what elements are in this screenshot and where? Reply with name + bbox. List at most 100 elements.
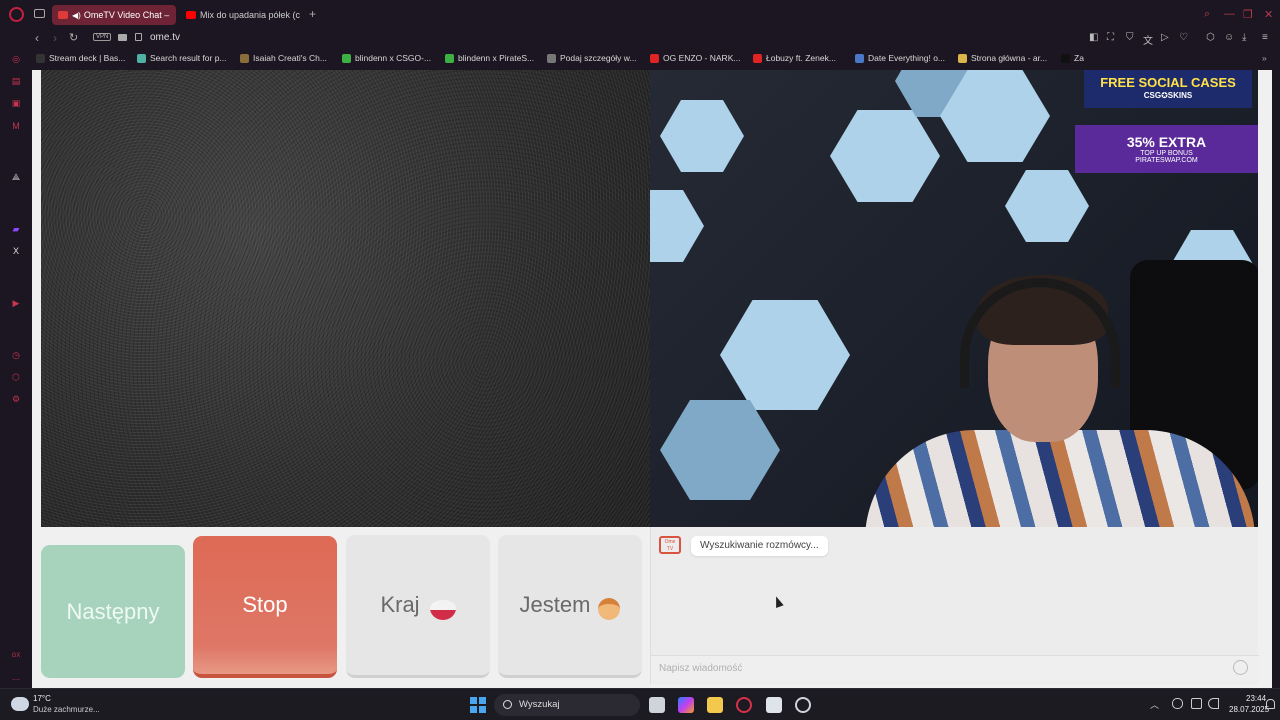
volume-icon[interactable] — [1208, 698, 1219, 709]
file-explorer-icon[interactable] — [707, 697, 723, 713]
new-tab-button[interactable]: + — [309, 7, 316, 21]
gx-icon[interactable]: GX — [11, 651, 21, 661]
vpn-badge[interactable]: VPN — [93, 33, 112, 41]
tab-label: OmeTV Video Chat – — [83, 10, 170, 20]
menu-icon[interactable]: ≡ — [1262, 32, 1268, 43]
weather-temperature[interactable]: 17°C — [33, 694, 51, 703]
lock-icon[interactable] — [135, 33, 142, 41]
player-icon[interactable]: ▶ — [11, 298, 21, 308]
bookmark-item[interactable]: blindenn x CSGO-... — [342, 53, 431, 63]
download-icon[interactable]: ⤓ — [1242, 32, 1246, 43]
bookmark-item[interactable]: blindenn x PirateS... — [445, 53, 534, 63]
settings-taskbar-icon[interactable] — [795, 697, 811, 713]
chat-panel: Ome TV Wyszukiwanie rozmówcy... — [650, 527, 1259, 684]
close-icon[interactable]: ✕ — [1264, 8, 1273, 21]
maximize-icon[interactable]: ❐ — [1243, 8, 1253, 21]
gender-button[interactable]: Jestem — [498, 535, 642, 678]
back-icon[interactable]: ‹ — [35, 31, 39, 45]
next-label: Następny — [66, 598, 160, 624]
play-icon[interactable]: ▷ — [1161, 32, 1169, 43]
chat-status-message: Wyszukiwanie rozmówcy... — [691, 536, 828, 556]
notification-bell-icon[interactable] — [1266, 699, 1275, 709]
ad-title: FREE SOCIAL CASES — [1100, 75, 1236, 90]
browser-tab-bar: ◀) OmeTV Video Chat – Mix do upadania pó… — [0, 0, 1280, 30]
weather-description[interactable]: Duże zachmurze... — [33, 705, 100, 714]
profile-icon[interactable]: ☺ — [1224, 32, 1234, 43]
opera-gx-taskbar-icon[interactable] — [736, 697, 752, 713]
screen: ◀) OmeTV Video Chat – Mix do upadania pó… — [0, 0, 1280, 720]
reload-icon[interactable]: ↻ — [69, 31, 78, 44]
person-shirt — [865, 430, 1255, 527]
more-icon[interactable]: … — [11, 672, 21, 682]
settings-icon[interactable]: ⚙ — [11, 394, 21, 404]
emoji-icon[interactable] — [1233, 660, 1248, 675]
bookmark-item[interactable]: OG ENZO - NARK... — [650, 53, 740, 63]
twitch-icon[interactable]: ▣ — [11, 98, 21, 108]
messenger-icon[interactable]: M — [11, 121, 21, 131]
copilot-icon[interactable] — [678, 697, 694, 713]
forward-icon[interactable]: › — [53, 31, 57, 45]
gx-corner-icon[interactable]: ▤ — [11, 76, 21, 86]
minimize-icon[interactable]: — — [1224, 8, 1235, 20]
adblock-icon[interactable]: ⛉ — [1126, 32, 1134, 43]
camera-icon[interactable] — [118, 34, 127, 41]
bookmark-item[interactable]: Search result for p... — [137, 53, 227, 63]
extensions-sidebar-icon[interactable]: ⬡ — [11, 372, 21, 382]
extensions-icon[interactable]: ⬡ — [1206, 32, 1215, 43]
opera-logo-icon[interactable] — [9, 7, 24, 22]
pirateswap-ad[interactable]: 35% EXTRA TOP UP BONUS PIRATESWAP.COM — [1075, 125, 1258, 173]
ometv-page: FREE SOCIAL CASES CSG✪SKINS 35% EXTRA TO… — [32, 70, 1272, 688]
tab-ometv[interactable]: ◀) OmeTV Video Chat – — [52, 5, 176, 25]
next-button[interactable]: Następny — [41, 545, 185, 678]
bookmark-item[interactable]: Podaj szczegóły w... — [547, 53, 637, 63]
cloud-icon[interactable] — [11, 697, 29, 711]
bookmark-item[interactable]: Strona główna - ar... — [958, 53, 1047, 63]
microphone-icon[interactable] — [1172, 698, 1183, 709]
search-tabs-icon[interactable]: ⌕ — [1204, 8, 1210, 21]
task-view-icon[interactable] — [649, 697, 665, 713]
speaker-icon[interactable]: ◀) — [72, 11, 81, 20]
browser-sidebar: ◎ ▤ ▣ M ⟁ ▰ X ▶ ◷ ⬡ ⚙ GX … — [0, 48, 32, 688]
heart-icon[interactable]: ♡ — [1179, 32, 1188, 43]
bookmark-item[interactable]: Date Everything! o... — [855, 53, 945, 63]
clock-date[interactable]: 28.07.2025 — [1229, 705, 1269, 714]
ometv-logo-icon: Ome TV — [659, 536, 681, 554]
twitch-app-icon[interactable]: ▰ — [11, 224, 21, 234]
boy-emoji-icon — [598, 598, 621, 620]
x-icon[interactable]: X — [11, 246, 21, 256]
bookmark-item[interactable]: Isaiah Creati's Ch... — [240, 53, 327, 63]
message-input[interactable] — [651, 655, 1259, 681]
display-icon[interactable] — [1191, 698, 1202, 709]
channel-icon — [240, 53, 249, 63]
snapshot-icon[interactable]: ⛶ — [1107, 32, 1114, 43]
bookmarks-more-icon[interactable]: » — [1262, 53, 1267, 63]
bookmark-item[interactable]: Za — [1061, 53, 1084, 63]
bookmark-item[interactable]: Stream deck | Bas... — [36, 53, 125, 63]
url-field[interactable]: ome.tv — [150, 32, 180, 43]
ad-subtitle: TOP UP BONUS — [1140, 150, 1193, 157]
address-bar: ‹ › ↻ VPN ome.tv ◧ ⛶ ⛉ 文 ▷ ♡ ⬡ ☺ ⤓ ≡ — [0, 30, 1280, 48]
start-button-icon[interactable] — [470, 697, 486, 713]
country-button[interactable]: Kraj — [346, 535, 490, 678]
store-icon[interactable] — [766, 697, 782, 713]
country-label: Kraj — [380, 592, 420, 617]
taskbar-search[interactable]: Wyszukaj — [494, 694, 640, 716]
tab-youtube[interactable]: Mix do upadania półek (c — [180, 5, 302, 25]
gx-logo-icon[interactable]: ⟁ — [11, 172, 21, 182]
tab-islands-icon[interactable] — [34, 9, 45, 18]
translate-icon[interactable]: 文 — [1143, 32, 1153, 47]
bookmark-item[interactable]: Łobuzy ft. Zenek... — [753, 53, 836, 63]
sheets-icon — [342, 53, 351, 63]
aria-icon[interactable]: ◎ — [11, 54, 21, 64]
home-icon — [958, 53, 967, 63]
bookmarks-bar: Stream deck | Bas... Search result for p… — [0, 50, 1280, 68]
tray-overflow-icon[interactable]: ︿ — [1150, 698, 1159, 711]
poland-flag-icon — [429, 600, 456, 620]
stop-button[interactable]: Stop — [193, 536, 337, 678]
history-icon[interactable]: ◷ — [11, 350, 21, 360]
bookmark-icon[interactable]: ◧ — [1089, 32, 1098, 43]
stop-label: Stop — [242, 592, 288, 617]
csgoskins-ad[interactable]: FREE SOCIAL CASES CSG✪SKINS — [1084, 70, 1252, 108]
youtube-favicon-icon — [186, 11, 196, 19]
clock-time[interactable]: 23:44 — [1246, 694, 1266, 703]
